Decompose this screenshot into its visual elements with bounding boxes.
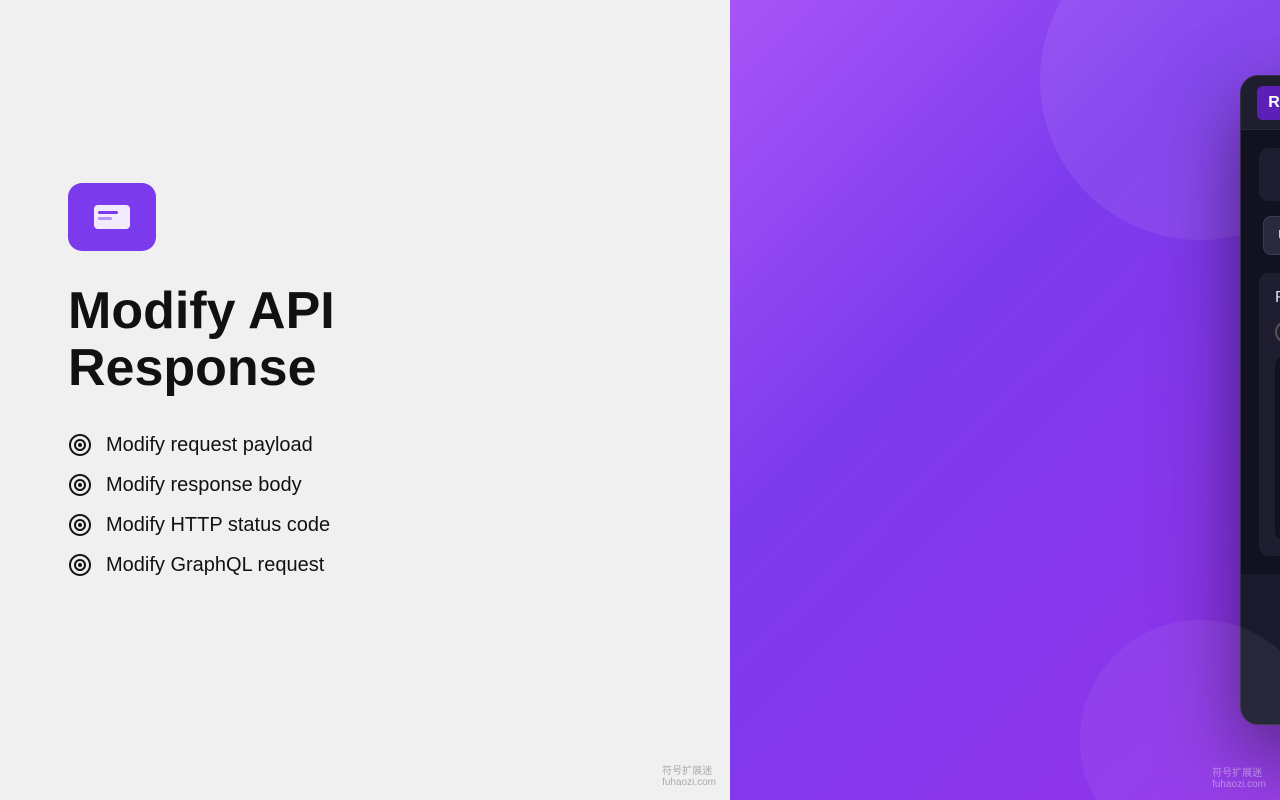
watermark-right: 符号扩展迷 fuhaozi.com [1212, 764, 1266, 790]
title-bar: R [1241, 76, 1280, 130]
radio-row: Static Programmatic (JavaScript) [1275, 321, 1280, 343]
if-request-bar[interactable]: If request ⌄ [1259, 148, 1280, 201]
page-title: Modify API Response [68, 283, 448, 397]
feature-list: Modify request payload Modify response b… [68, 433, 730, 577]
list-item: Modify GraphQL request [68, 553, 730, 577]
redirect-section: Redirect to Static Programmatic (JavaScr… [1259, 273, 1280, 556]
url-dropdown[interactable]: URL ▾ [1263, 216, 1280, 255]
target-icon [68, 433, 92, 457]
window-content: If request ⌄ URL ▾ Contains ▾ example.co… [1241, 130, 1280, 574]
redirect-label: Redirect to [1275, 289, 1280, 307]
product-icon [68, 183, 156, 251]
right-panel: R If request ⌄ [730, 0, 1280, 800]
app-logo: R [1257, 86, 1280, 120]
app-window: R If request ⌄ [1240, 75, 1280, 725]
filter-row: URL ▾ Contains ▾ example.com [1259, 215, 1280, 255]
list-item: Modify HTTP status code [68, 513, 730, 537]
list-item: Modify response body [68, 473, 730, 497]
static-radio-circle [1275, 321, 1280, 343]
target-icon [68, 553, 92, 577]
list-item: Modify request payload [68, 433, 730, 457]
left-panel: Modify API Response Modify request paylo… [0, 0, 730, 800]
watermark-left: 符号扩展迷 fuhaozi.com [662, 762, 716, 788]
static-radio-option[interactable]: Static [1275, 321, 1280, 343]
target-icon [68, 473, 92, 497]
target-icon [68, 513, 92, 537]
code-editor[interactable]: 1 function modifyRequestBody(args) { 2 c… [1275, 357, 1280, 540]
